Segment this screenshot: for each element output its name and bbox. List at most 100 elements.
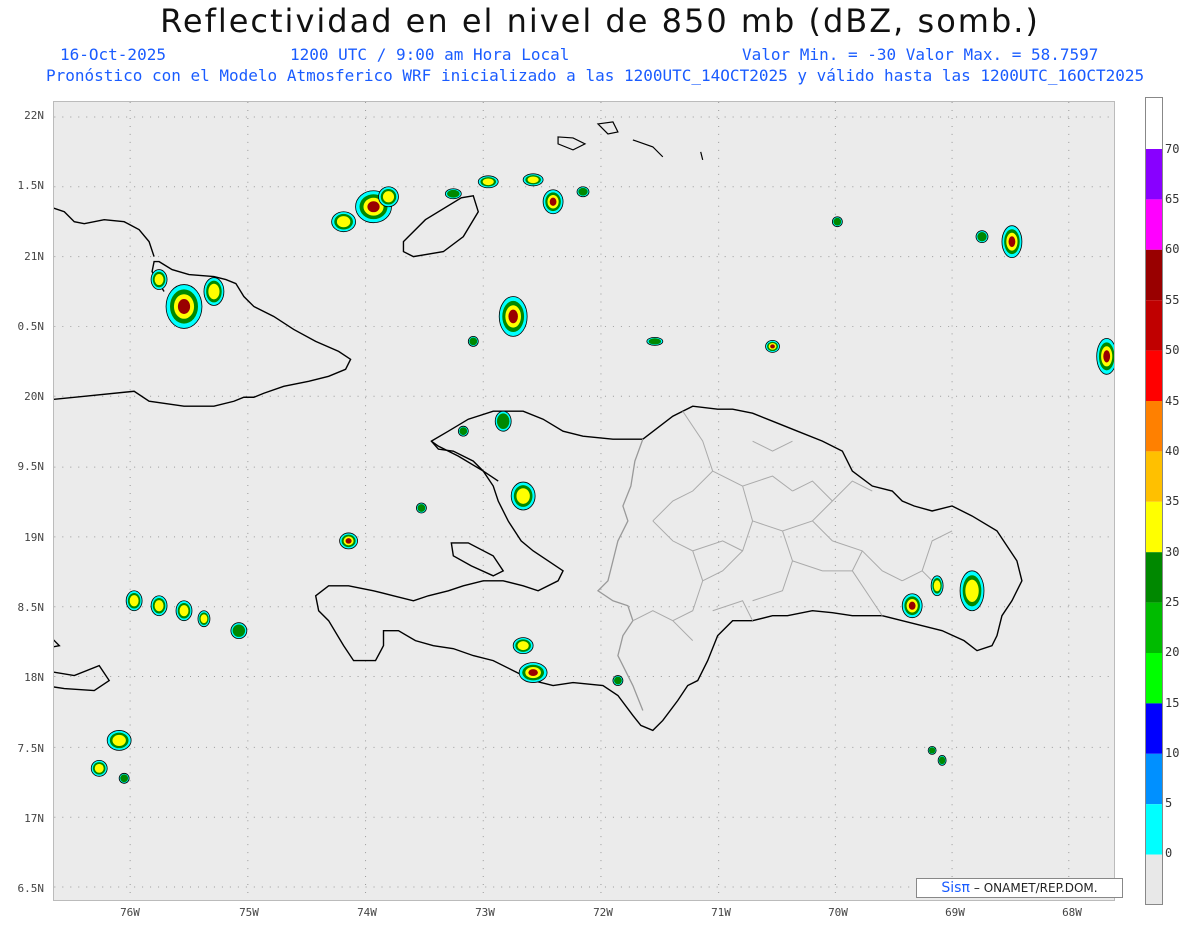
reflectivity-cell xyxy=(447,189,460,198)
colorbar-label: 0 xyxy=(1165,846,1173,860)
lat-label: 18N xyxy=(24,671,44,684)
lat-label: 1.5N xyxy=(17,179,45,192)
reflectivity-cell xyxy=(833,217,842,226)
reflectivity-cells xyxy=(90,173,1114,784)
colorbar-swatch xyxy=(1145,703,1163,754)
hispaniola-coastline xyxy=(314,405,1023,732)
colorbar-swatch xyxy=(1145,350,1163,401)
lon-label: 72W xyxy=(593,906,613,919)
colorbar-label: 65 xyxy=(1165,192,1180,206)
colorbar-swatch xyxy=(1145,854,1163,905)
lon-label: 75W xyxy=(239,906,259,919)
lon-label: 70W xyxy=(828,906,848,919)
credit-box: Sisπ – ONAMET/REP.DOM. xyxy=(916,878,1123,898)
colorbar-label: 20 xyxy=(1165,645,1180,659)
reflectivity-cell xyxy=(516,488,530,504)
lon-label: 73W xyxy=(475,906,495,919)
reflectivity-cell xyxy=(208,283,220,300)
colorbar-swatch xyxy=(1145,804,1163,855)
inagua-islands xyxy=(557,121,704,161)
lat-label: 17N xyxy=(24,812,44,825)
colorbar-label: 25 xyxy=(1165,595,1180,609)
forecast-time: 1200 UTC / 9:00 am Hora Local xyxy=(290,45,570,64)
reflectivity-cell xyxy=(549,197,557,206)
reflectivity-cell xyxy=(367,201,380,213)
colorbar-label: 10 xyxy=(1165,746,1180,760)
colorbar-label: 5 xyxy=(1165,796,1173,810)
reflectivity-cell xyxy=(1103,350,1111,363)
reflectivity-cell xyxy=(528,669,538,676)
colorbar-label: 30 xyxy=(1165,545,1180,559)
colorbar-swatch xyxy=(1145,753,1163,805)
reflectivity-cell xyxy=(94,763,104,773)
colorbar-label: 60 xyxy=(1165,242,1180,256)
lat-label: 0.5N xyxy=(17,320,45,333)
lat-label: 7.5N xyxy=(17,742,45,755)
colorbar-swatch xyxy=(1145,653,1163,704)
lat-label: 22N xyxy=(24,109,44,122)
lat-label: 9.5N xyxy=(17,460,45,473)
reflectivity-cell xyxy=(527,176,539,184)
reflectivity-cell xyxy=(648,338,662,345)
colorbar-swatch xyxy=(1145,451,1163,502)
reflectivity-cell xyxy=(179,605,189,617)
colorbar-swatch xyxy=(1145,552,1163,603)
reflectivity-cell xyxy=(908,601,916,610)
colorbar-label: 15 xyxy=(1165,696,1180,710)
credit-text: – ONAMET/REP.DOM. xyxy=(973,881,1098,895)
colorbar-label: 70 xyxy=(1165,142,1180,156)
lon-label: 69W xyxy=(945,906,965,919)
reflectivity-colorbar xyxy=(1145,97,1163,905)
colorbar-label: 45 xyxy=(1165,394,1180,408)
reflectivity-cell xyxy=(417,504,426,512)
reflectivity-cell xyxy=(977,231,987,242)
reflectivity-cell xyxy=(129,595,139,607)
lat-label: 19N xyxy=(24,531,44,544)
lon-label: 74W xyxy=(357,906,377,919)
colorbar-swatch xyxy=(1145,401,1163,452)
lat-label: 6.5N xyxy=(17,882,45,895)
reflectivity-cell xyxy=(614,676,622,685)
haiti-north-peninsula xyxy=(430,440,499,482)
reflectivity-cell xyxy=(200,614,208,624)
lat-label: 8.5N xyxy=(17,601,45,614)
reflectivity-cell xyxy=(469,337,478,346)
cuba-cayo xyxy=(402,194,480,258)
reflectivity-cell xyxy=(965,579,979,602)
sispi-logo: Sisπ xyxy=(941,880,970,896)
reflectivity-cell xyxy=(154,273,164,286)
colorbar-label: 50 xyxy=(1165,343,1180,357)
reflectivity-cell xyxy=(154,600,164,612)
map-title: Reflectividad en el nivel de 850 mb (dBZ… xyxy=(160,2,1040,40)
colorbar-swatch xyxy=(1145,300,1163,351)
reflectivity-cell xyxy=(112,734,126,746)
colorbar-swatch xyxy=(1145,501,1163,553)
reflectivity-cell xyxy=(459,427,468,436)
colorbar-label: 55 xyxy=(1165,293,1180,307)
reflectivity-cell xyxy=(508,309,518,324)
forecast-date: 16-Oct-2025 xyxy=(60,45,166,64)
colorbar-label: 35 xyxy=(1165,494,1180,508)
reflectivity-cell xyxy=(345,538,352,544)
reflectivity-cell xyxy=(578,187,588,196)
reflectivity-cell xyxy=(517,641,529,651)
value-range: Valor Min. = -30 Valor Max. = 58.7597 xyxy=(742,45,1099,64)
colorbar-swatch-top xyxy=(1145,97,1163,149)
lon-label: 76W xyxy=(120,906,140,919)
reflectivity-cell xyxy=(929,747,936,754)
lat-label: 21N xyxy=(24,250,44,263)
reflectivity-cell xyxy=(232,624,246,637)
colorbar-swatch xyxy=(1145,149,1163,200)
reflectivity-cell xyxy=(938,756,946,765)
reflectivity-cell xyxy=(382,191,395,203)
reflectivity-cell xyxy=(482,178,494,186)
reflectivity-cell xyxy=(1008,236,1016,248)
colorbar-swatch xyxy=(1145,199,1163,250)
reflectivity-cell xyxy=(177,299,191,314)
colorbar-swatch xyxy=(1145,602,1163,653)
reflectivity-cell xyxy=(496,413,510,429)
reflectivity-cell xyxy=(770,344,775,349)
map-gridlines xyxy=(54,102,1114,900)
lon-label: 71W xyxy=(711,906,731,919)
jamaica-edge xyxy=(54,639,61,648)
